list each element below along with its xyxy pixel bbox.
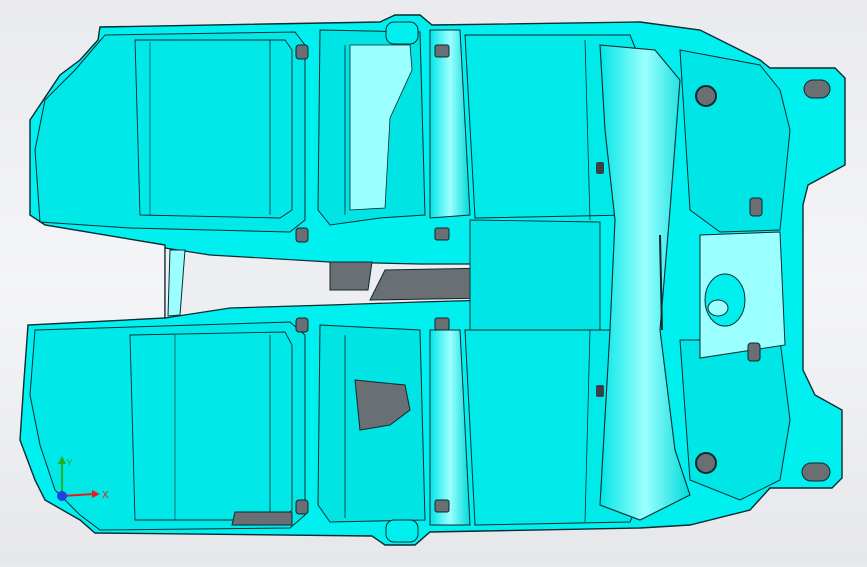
z-axis-icon	[57, 491, 67, 501]
cad-graphics-viewport[interactable]: Y X	[0, 0, 867, 562]
x-axis-label: X	[102, 490, 109, 501]
y-axis-label: Y	[66, 458, 73, 469]
coordinate-triad: Y X	[57, 456, 109, 501]
seat-pan-left-upper[interactable]	[34, 31, 306, 233]
mount-hole	[695, 452, 717, 474]
part-model-view[interactable]	[0, 0, 867, 562]
tab-slot	[801, 462, 831, 482]
mount-hole	[695, 85, 717, 107]
tunnel-hole	[329, 261, 373, 291]
tab-slot	[803, 79, 831, 99]
